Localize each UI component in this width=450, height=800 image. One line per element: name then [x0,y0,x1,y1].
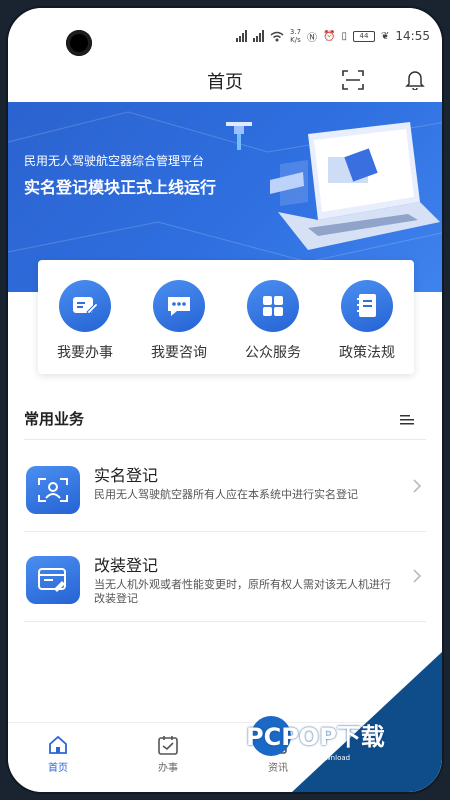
edit-doc-icon [59,280,111,332]
signal-icon [235,30,247,42]
leaf-icon: ❦ [381,30,390,42]
status-bar: 3.7 K/s Ⓝ ⏰ ▯ 44 ❦ 14:55 [8,8,442,56]
watermark-logo: PCPOP下载 [246,723,385,751]
grid-icon [247,280,299,332]
quick-action-label: 我要办事 [57,345,113,361]
chevron-right-icon [413,569,422,583]
service-description: 当无人机外观或者性能变更时，原所有权人需对该无人机进行改装登记 [94,578,391,605]
chat-icon [153,280,205,332]
quick-action-label: 政策法规 [339,345,395,361]
tab-home[interactable]: 首页 [28,735,88,774]
tab-label: 办事 [158,763,178,774]
alarm-icon: ⏰ [323,30,336,42]
top-bar: 首页 [8,56,442,102]
phone-screen: 3.7 K/s Ⓝ ⏰ ▯ 44 ❦ 14:55 首页 民用无人驾驶航空器综合管… [6,6,444,794]
notebook-icon [341,280,393,332]
nfc-icon: Ⓝ [307,32,318,44]
scan-icon[interactable] [342,70,364,90]
banner-headline: 实名登记模块正式上线运行 [24,178,217,197]
home-icon [49,735,67,754]
section-header: 常用业务 [24,404,426,440]
list-icon[interactable] [400,414,414,426]
quick-action-label: 我要咨询 [151,345,207,361]
watermark-subtext: PCPOP Download [290,754,351,762]
quick-actions: 我要办事 我要咨询 公众服务 政策法规 [38,260,414,374]
quick-action-service[interactable]: 我要办事 [42,280,128,374]
quick-action-consult[interactable]: 我要咨询 [136,280,222,374]
section-title: 常用业务 [24,410,85,428]
tab-label: 首页 [48,763,68,774]
quick-action-label: 公众服务 [245,345,301,361]
banner-subtitle: 民用无人驾驶航空器综合管理平台 [24,154,205,168]
service-title: 实名登记 [94,466,159,485]
status-icons: 3.7 K/s Ⓝ ⏰ ▯ 44 ❦ 14:55 [235,26,430,46]
bell-icon[interactable] [404,68,426,90]
browser-edit-icon [26,556,80,604]
status-time: 14:55 [395,29,430,43]
service-title: 改装登记 [94,556,159,575]
quick-action-policy[interactable]: 政策法规 [324,280,410,374]
network-speed: 3.7 K/s [289,28,302,44]
battery-icon: 44 [353,30,376,42]
chevron-right-icon [413,479,422,493]
signal-icon-2 [252,30,264,42]
service-card-modify[interactable]: 改装登记 当无人机外观或者性能变更时，原所有权人需对该无人机进行改装登记 [24,532,426,622]
page-title: 首页 [207,72,243,93]
tab-tasks[interactable]: 办事 [138,735,198,774]
id-face-icon [26,466,80,514]
service-description: 民用无人驾驶航空器所有人应在本系统中进行实名登记 [94,488,358,501]
calendar-check-icon [158,736,178,755]
vibrate-icon: ▯ [341,30,348,42]
quick-action-public[interactable]: 公众服务 [230,280,316,374]
wifi-icon [270,31,284,41]
service-card-realname[interactable]: 实名登记 民用无人驾驶航空器所有人应在本系统中进行实名登记 [24,442,426,532]
tab-label: 资讯 [268,763,288,774]
front-camera [66,30,92,56]
